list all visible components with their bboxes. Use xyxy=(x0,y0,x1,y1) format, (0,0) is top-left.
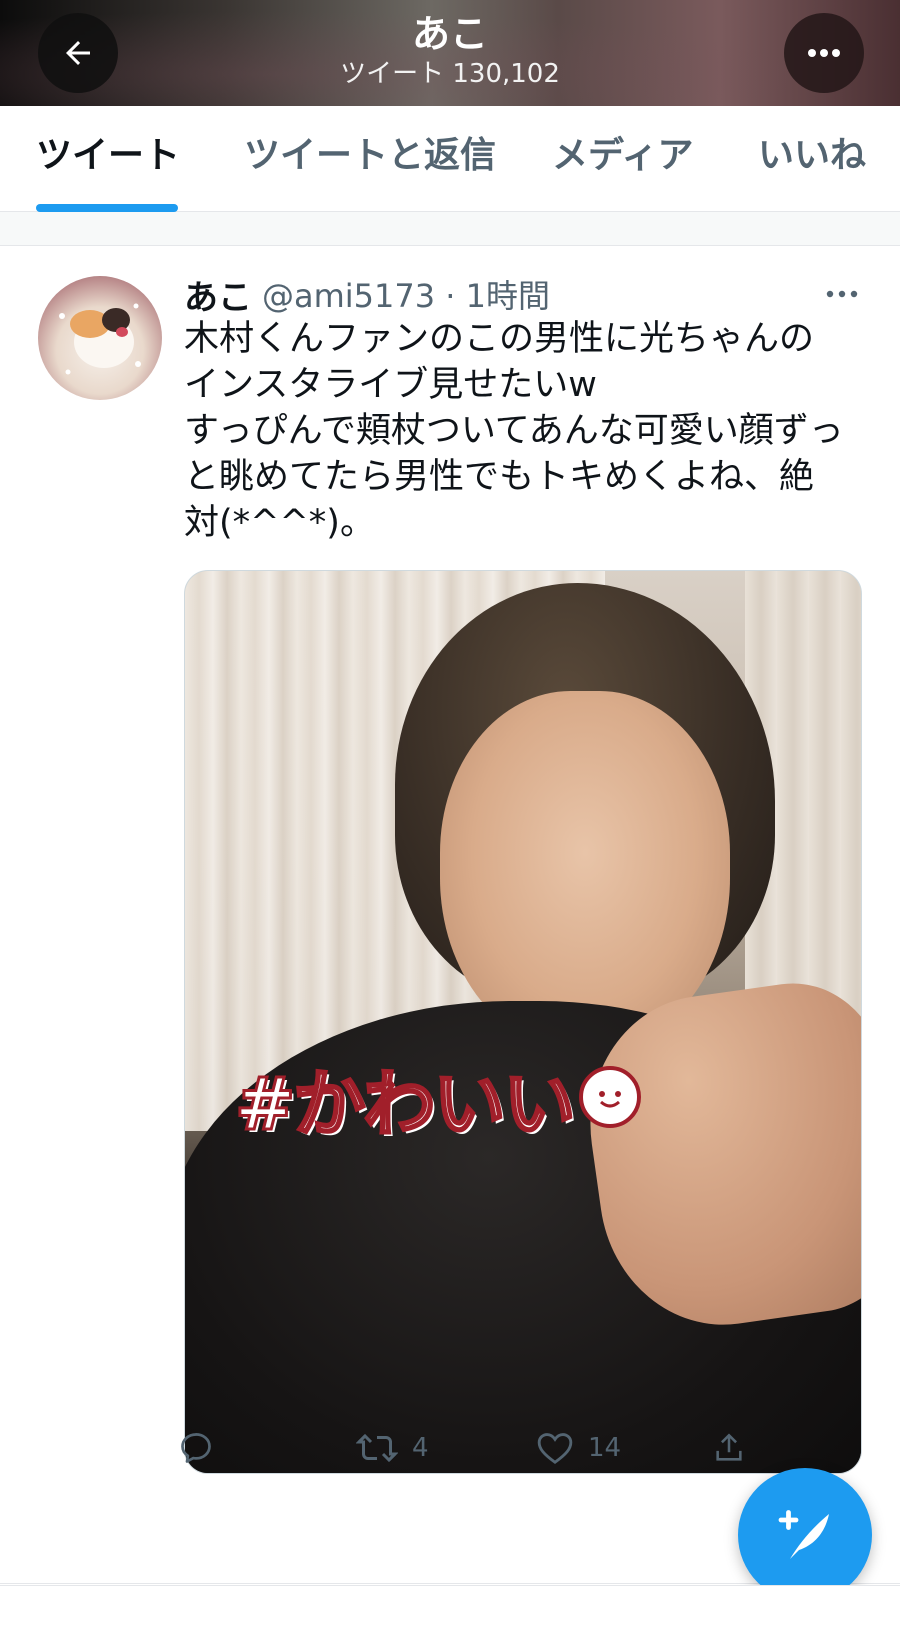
profile-name: あこ xyxy=(411,12,488,56)
compose-tweet-button[interactable] xyxy=(738,1468,872,1602)
retweet-count: 4 xyxy=(412,1433,429,1463)
tweet-author-row: あこ @ami5173 · 1時間 xyxy=(184,270,550,318)
tweet-actions: 4 14 xyxy=(0,1418,900,1478)
more-options-button[interactable] xyxy=(784,13,864,93)
tweet-count: ツイート 130,102 xyxy=(340,59,560,89)
tab-likes[interactable]: いいね xyxy=(758,134,866,178)
avatar[interactable] xyxy=(38,276,162,400)
author-name[interactable]: あこ xyxy=(184,270,252,319)
author-handle-time[interactable]: @ami5173 · 1時間 xyxy=(262,271,550,317)
share-icon xyxy=(716,1433,742,1461)
share-button[interactable] xyxy=(712,1428,760,1468)
tweet-text-line: 対(*^^*)。 xyxy=(184,503,375,543)
tab-media[interactable]: メディア xyxy=(552,134,693,178)
reply-button[interactable] xyxy=(178,1428,228,1468)
retweet-button[interactable]: 4 xyxy=(356,1428,429,1468)
profile-tabs: ツイート ツイートと返信 メディア いいね xyxy=(0,106,900,212)
tab-tweets[interactable]: ツイート xyxy=(36,134,180,178)
profile-header: あこ ツイート 130,102 xyxy=(0,0,900,106)
tweet-text-line: すっぴんで頬杖ついてあんな可愛い顔ずっ xyxy=(184,411,844,451)
tweet-more-button[interactable] xyxy=(820,276,864,312)
section-divider xyxy=(0,212,900,246)
sticker-text: #かわいい xyxy=(233,1060,576,1147)
smiley-face-icon xyxy=(579,1066,642,1128)
like-count: 14 xyxy=(588,1433,622,1463)
like-button[interactable]: 14 xyxy=(536,1428,621,1468)
bottom-area xyxy=(0,1585,900,1644)
hashtag-sticker: #かわいい xyxy=(233,1049,642,1147)
tweet-media-image[interactable]: #かわいい xyxy=(184,570,862,1474)
avatar-image xyxy=(59,303,141,375)
ellipsis-icon xyxy=(826,290,858,298)
tweet-text: 木村くんファンのこの男性に光ちゃんの インスタライブ見せたいw すっぴんで頬杖つ… xyxy=(184,316,864,546)
compose-quill-icon xyxy=(778,1510,829,1559)
heart-icon xyxy=(537,1433,573,1465)
ellipsis-icon xyxy=(808,49,840,57)
active-tab-indicator xyxy=(36,204,178,212)
retweet-icon xyxy=(356,1433,398,1463)
tweet-text-line: と眺めてたら男性でもトキめくよね、絶 xyxy=(184,457,815,497)
reply-icon xyxy=(181,1433,211,1463)
tab-tweets-and-replies[interactable]: ツイートと返信 xyxy=(244,134,496,178)
tweet[interactable]: あこ @ami5173 · 1時間 木村くんファンのこの男性に光ちゃんの インス… xyxy=(0,246,900,1584)
tweet-text-line: インスタライブ見せたいw xyxy=(184,365,597,405)
tweet-text-line: 木村くんファンのこの男性に光ちゃんの xyxy=(184,319,815,359)
